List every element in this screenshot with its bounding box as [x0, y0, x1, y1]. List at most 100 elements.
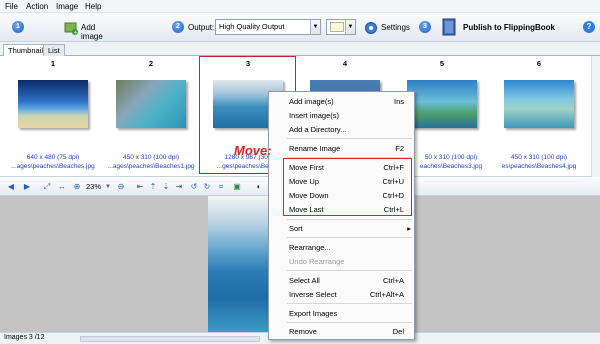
output-select-value: High Quality Output — [219, 22, 285, 31]
menu-item-label: Undo Rearrange — [289, 257, 345, 266]
align-left-icon[interactable]: ⇤ — [135, 182, 145, 192]
thumbnail-filename: ...ages\peaches\Beaches.jpg — [11, 163, 95, 170]
menu-item-undo-rearrange: Undo Rearrange — [269, 255, 416, 268]
menu-item-rearrange[interactable]: Rearrange... — [269, 241, 416, 254]
zoom-level[interactable]: 23% — [86, 182, 101, 191]
main-toolbar: 1 + Add image 2 Output: High Quality Out… — [0, 13, 600, 42]
menu-separator — [287, 322, 412, 323]
menu-action[interactable]: Action — [26, 2, 48, 11]
add-image-button[interactable]: + Add image — [62, 18, 118, 41]
thumbnail-number: 6 — [536, 59, 542, 68]
color-swatch — [330, 22, 344, 32]
settings-label: Settings — [381, 23, 410, 32]
add-image-icon: + — [64, 22, 78, 35]
menu-separator — [287, 270, 412, 271]
move-items-highlight — [283, 158, 412, 216]
chevron-down-icon: ▼ — [310, 20, 320, 34]
rotate-right-icon[interactable]: ↻ — [202, 182, 212, 192]
contrast-icon[interactable]: ◐ — [254, 182, 264, 192]
submenu-arrow-icon: ▸ — [407, 224, 411, 233]
step-2-badge: 2 — [172, 21, 184, 33]
align-right-icon[interactable]: ⇥ — [174, 182, 184, 192]
menu-item-label: Insert image(s) — [289, 111, 340, 120]
menu-separator — [287, 138, 412, 139]
thumbnail-item[interactable]: 1 640 x 480 (75 dpi) ...ages\peaches\Bea… — [6, 56, 100, 174]
thumbnail-item[interactable]: 2 450 x 310 (100 dpi) ...ages\peaches\Be… — [104, 56, 198, 174]
gear-icon — [365, 22, 377, 34]
menu-image[interactable]: Image — [56, 2, 78, 11]
thumbnail-item[interactable]: 6 450 x 310 (100 dpi) es\peaches\Beaches… — [492, 56, 586, 174]
menu-item-rename-image[interactable]: Rename Image F2 — [269, 142, 416, 155]
menu-separator — [287, 303, 412, 304]
output-label: Output: — [188, 23, 215, 32]
thumbnail-dimensions: 640 x 480 (75 dpi) — [26, 154, 80, 161]
menu-item-label: Remove — [289, 327, 317, 336]
thumbnail-dimensions: 450 x 310 (100 dpi) — [510, 154, 567, 161]
thumbnail-image — [504, 80, 574, 128]
zoom-icon[interactable]: ⊕ — [72, 182, 82, 192]
help-button[interactable]: ? — [583, 21, 595, 33]
thumbnail-scrollbar[interactable] — [591, 56, 600, 177]
menu-item-inverse-select[interactable]: Inverse Select Ctrl+Alt+A — [269, 288, 416, 301]
crop-icon[interactable]: ⌗ — [216, 182, 226, 192]
tab-list[interactable]: List — [43, 44, 65, 56]
rotate-left-icon[interactable]: ↺ — [189, 182, 199, 192]
menu-item-remove[interactable]: Remove Del — [269, 325, 416, 338]
thumbnail-number: 1 — [50, 59, 56, 68]
menu-item-label: Sort — [289, 224, 303, 233]
zoom-dropdown-icon[interactable]: ▼ — [103, 182, 113, 192]
menu-bar: File Action Image Help — [0, 0, 600, 13]
thumbnail-image — [116, 80, 186, 128]
align-up-icon[interactable]: ⇡ — [148, 182, 158, 192]
menu-item-sort[interactable]: Sort ▸ — [269, 222, 416, 235]
thumbnail-filename: ...ages\peaches\Beaches1.jpg — [107, 163, 195, 170]
menu-item-shortcut: Ctrl+Alt+A — [369, 290, 404, 299]
fit-width-icon[interactable]: ↔ — [57, 182, 67, 192]
step-1-badge: 1 — [12, 21, 24, 33]
menu-item-add-images[interactable]: Add image(s) Ins — [269, 95, 416, 108]
image-edit-icon[interactable]: ▣ — [232, 182, 242, 192]
fit-icon[interactable]: ⤢ — [42, 182, 52, 192]
color-dropdown-icon: ▼ — [345, 20, 355, 34]
zoom-out-icon[interactable]: ⊖ — [116, 182, 126, 192]
menu-item-export-images[interactable]: Export Images — [269, 307, 416, 320]
help-icon: ? — [586, 22, 592, 31]
menu-file[interactable]: File — [5, 2, 18, 11]
menu-item-add-directory[interactable]: Add a Directory... — [269, 123, 416, 136]
settings-button[interactable]: Settings — [362, 18, 412, 38]
previous-icon[interactable]: ◀ — [6, 182, 16, 192]
menu-item-shortcut: F2 — [395, 144, 404, 153]
thumbnail-dimensions: 450 x 310 (100 dpi) — [122, 154, 179, 161]
menu-item-label: Export Images — [289, 309, 338, 318]
menu-item-select-all[interactable]: Select All Ctrl+A — [269, 274, 416, 287]
menu-item-label: Add a Directory... — [289, 125, 347, 134]
flippingbook-icon — [442, 18, 456, 36]
menu-item-label: Rearrange... — [289, 243, 331, 252]
menu-item-label: Select All — [289, 276, 320, 285]
next-icon[interactable]: ▶ — [22, 182, 32, 192]
menu-separator — [287, 237, 412, 238]
step-3-badge: 3 — [419, 21, 431, 33]
menu-item-label: Rename Image — [289, 144, 341, 153]
view-tabs: Thumbnail List — [0, 42, 600, 57]
publish-button[interactable]: Publish to FlippingBook — [442, 17, 568, 38]
svg-text:+: + — [74, 30, 78, 35]
thumbnail-number: 5 — [439, 59, 445, 68]
menu-item-insert-images[interactable]: Insert image(s) — [269, 109, 416, 122]
status-scroll-track — [80, 336, 260, 342]
menu-item-shortcut: Ins — [393, 97, 404, 106]
thumbnail-filename: es\peaches\Beaches4.jpg — [501, 163, 577, 170]
menu-item-shortcut: Ctrl+A — [382, 276, 404, 285]
menu-item-shortcut: Del — [392, 327, 404, 336]
thumbnail-image — [18, 80, 88, 128]
publish-label: Publish to FlippingBook — [463, 23, 555, 32]
menu-help[interactable]: Help — [85, 2, 101, 11]
thumbnail-image — [407, 80, 477, 128]
output-select[interactable]: High Quality Output ▼ — [215, 19, 321, 35]
color-picker[interactable]: ▼ — [326, 19, 356, 35]
add-image-label: Add image — [81, 23, 103, 41]
menu-item-label: Add image(s) — [289, 97, 334, 106]
menu-separator — [287, 219, 412, 220]
align-down-icon[interactable]: ⇣ — [161, 182, 171, 192]
menu-item-label: Inverse Select — [289, 290, 337, 299]
